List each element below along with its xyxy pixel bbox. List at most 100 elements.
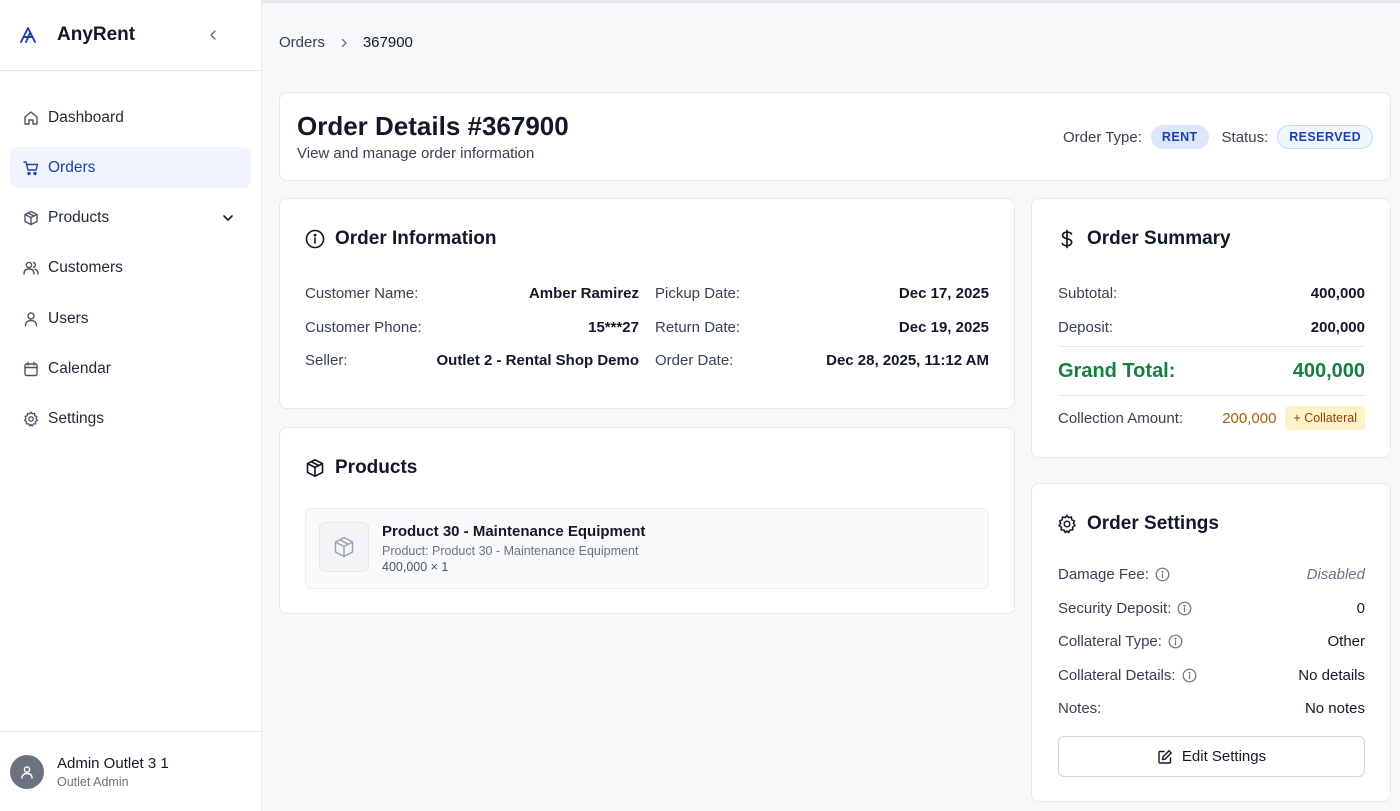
collateral-type-label: Collateral Type: bbox=[1058, 633, 1162, 651]
field-label: Order Date: bbox=[655, 352, 734, 370]
collateral-details-value: No details bbox=[1298, 666, 1365, 684]
info-icon[interactable] bbox=[1177, 601, 1192, 616]
product-price: 400,000 × 1 bbox=[382, 560, 449, 574]
products-title: Products bbox=[305, 457, 417, 479]
page-subtitle: View and manage order information bbox=[297, 145, 535, 162]
sidebar-item-calendar[interactable]: Calendar bbox=[10, 348, 251, 389]
info-circle-icon bbox=[305, 229, 325, 249]
order-header-card: Order Details #367900 View and manage or… bbox=[279, 92, 1391, 181]
seller-row: Seller: Outlet 2 - Rental Shop Demo bbox=[305, 344, 639, 378]
list-item[interactable]: Product 30 - Maintenance Equipment Produ… bbox=[305, 508, 989, 589]
card-title-text: Order Information bbox=[335, 228, 497, 249]
deposit-row: Deposit: 200,000 bbox=[1058, 311, 1365, 345]
calendar-icon bbox=[23, 361, 39, 377]
box-icon bbox=[305, 458, 325, 478]
subtotal-label: Subtotal: bbox=[1058, 285, 1118, 303]
pickup-date-value: Dec 17, 2025 bbox=[898, 285, 989, 303]
sidebar-item-dashboard[interactable]: Dashboard bbox=[10, 97, 251, 138]
gear-icon bbox=[23, 411, 39, 427]
order-info-grid: Customer Name: Amber Ramirez Customer Ph… bbox=[305, 277, 989, 378]
order-summary-card: Order Summary Subtotal: 400,000 Deposit:… bbox=[1031, 198, 1391, 458]
order-date-value: Dec 28, 2025, 11:12 AM bbox=[826, 352, 989, 370]
brand-name: AnyRent bbox=[57, 24, 136, 45]
field-label: Return Date: bbox=[655, 318, 741, 336]
sidebar-nav: Dashboard Orders Products Customers User… bbox=[0, 71, 261, 440]
customer-phone-row: Customer Phone: 15***27 bbox=[305, 311, 639, 345]
brand-bar: AnyRent bbox=[0, 0, 261, 71]
edit-icon bbox=[1157, 749, 1173, 765]
sidebar: AnyRent Dashboard Orders Products Custom… bbox=[0, 0, 262, 811]
user-icon bbox=[23, 311, 39, 327]
return-date-row: Return Date: Dec 19, 2025 bbox=[655, 311, 989, 345]
product-name: Product 30 - Maintenance Equipment bbox=[382, 523, 646, 540]
customer-name-value: Amber Ramirez bbox=[528, 285, 639, 303]
grand-total-value: 400,000 bbox=[1292, 359, 1365, 382]
edit-settings-label: Edit Settings bbox=[1181, 748, 1267, 765]
edit-settings-button[interactable]: Edit Settings bbox=[1058, 736, 1365, 777]
sidebar-item-label: Calendar bbox=[48, 359, 111, 377]
sidebar-item-label: Dashboard bbox=[48, 108, 124, 126]
chevron-down-icon[interactable] bbox=[220, 210, 236, 226]
order-information-title: Order Information bbox=[305, 228, 497, 250]
collection-amount-row: Collection Amount: 200,000 + Collateral bbox=[1058, 398, 1365, 438]
sidebar-item-label: Products bbox=[48, 209, 110, 227]
sidebar-item-products[interactable]: Products bbox=[10, 198, 251, 239]
seller-value: Outlet 2 - Rental Shop Demo bbox=[436, 352, 639, 370]
sidebar-item-customers[interactable]: Customers bbox=[10, 248, 251, 289]
return-date-value: Dec 19, 2025 bbox=[898, 318, 989, 336]
current-user[interactable]: Admin Outlet 3 1 Outlet Admin bbox=[0, 731, 261, 811]
order-summary-title: Order Summary bbox=[1057, 228, 1231, 250]
product-subtitle: Product: Product 30 - Maintenance Equipm… bbox=[382, 544, 639, 558]
field-label: Customer Name: bbox=[305, 285, 419, 303]
collateral-details-label: Collateral Details: bbox=[1058, 666, 1176, 684]
settings-rows: Damage Fee: Disabled Security Deposit: 0… bbox=[1058, 558, 1365, 726]
sidebar-item-orders[interactable]: Orders bbox=[10, 147, 251, 189]
order-settings-title: Order Settings bbox=[1057, 513, 1219, 535]
pickup-date-row: Pickup Date: Dec 17, 2025 bbox=[655, 277, 989, 311]
box-icon bbox=[334, 536, 354, 558]
order-type-badge: RENT bbox=[1150, 125, 1209, 149]
sidebar-item-users[interactable]: Users bbox=[10, 298, 251, 339]
subtotal-value: 400,000 bbox=[1310, 285, 1365, 303]
deposit-value: 200,000 bbox=[1310, 318, 1365, 336]
sidebar-item-label: Users bbox=[48, 309, 89, 327]
deposit-label: Deposit: bbox=[1058, 318, 1114, 336]
damage-fee-row: Damage Fee: Disabled bbox=[1058, 558, 1365, 592]
summary-rows: Subtotal: 400,000 Deposit: 200,000 Grand… bbox=[1058, 277, 1365, 438]
card-title-text: Products bbox=[335, 457, 418, 478]
chevron-right-icon bbox=[339, 38, 349, 48]
order-information-card: Order Information Customer Name: Amber R… bbox=[279, 198, 1015, 409]
notes-value: No notes bbox=[1304, 700, 1365, 718]
breadcrumb-current: 367900 bbox=[362, 34, 413, 51]
summary-divider bbox=[1058, 346, 1365, 347]
breadcrumb-orders-link[interactable]: Orders bbox=[279, 34, 325, 51]
damage-fee-value: Disabled bbox=[1306, 566, 1365, 584]
security-deposit-row: Security Deposit: 0 bbox=[1058, 592, 1365, 626]
user-role: Outlet Admin bbox=[57, 774, 129, 789]
order-info-left-column: Customer Name: Amber Ramirez Customer Ph… bbox=[305, 277, 639, 378]
sidebar-item-settings[interactable]: Settings bbox=[10, 399, 251, 440]
summary-divider bbox=[1058, 395, 1365, 396]
info-icon[interactable] bbox=[1155, 567, 1170, 582]
breadcrumb: Orders 367900 bbox=[279, 34, 413, 51]
grand-total-row: Grand Total: 400,000 bbox=[1058, 349, 1365, 393]
order-meta: Order Type: RENT Status: RESERVED bbox=[1063, 125, 1373, 149]
box-icon bbox=[23, 210, 39, 226]
info-icon[interactable] bbox=[1168, 634, 1183, 649]
info-icon[interactable] bbox=[1182, 668, 1197, 683]
sidebar-item-label: Orders bbox=[48, 158, 96, 176]
sidebar-item-label: Settings bbox=[48, 410, 105, 428]
security-deposit-value: 0 bbox=[1356, 599, 1365, 617]
product-thumbnail bbox=[319, 522, 369, 572]
order-type-label: Order Type: bbox=[1062, 128, 1142, 146]
collateral-type-row: Collateral Type: Other bbox=[1058, 625, 1365, 659]
anyrent-logo-icon[interactable] bbox=[18, 25, 38, 45]
order-date-row: Order Date: Dec 28, 2025, 11:12 AM bbox=[655, 344, 989, 378]
user-avatar-icon bbox=[21, 765, 33, 779]
security-deposit-label: Security Deposit: bbox=[1058, 599, 1172, 617]
customer-name-row: Customer Name: Amber Ramirez bbox=[305, 277, 639, 311]
avatar[interactable] bbox=[10, 754, 44, 789]
collapse-sidebar-button[interactable] bbox=[205, 27, 221, 43]
collateral-badge: + Collateral bbox=[1285, 406, 1365, 430]
dollar-icon bbox=[1057, 229, 1077, 249]
